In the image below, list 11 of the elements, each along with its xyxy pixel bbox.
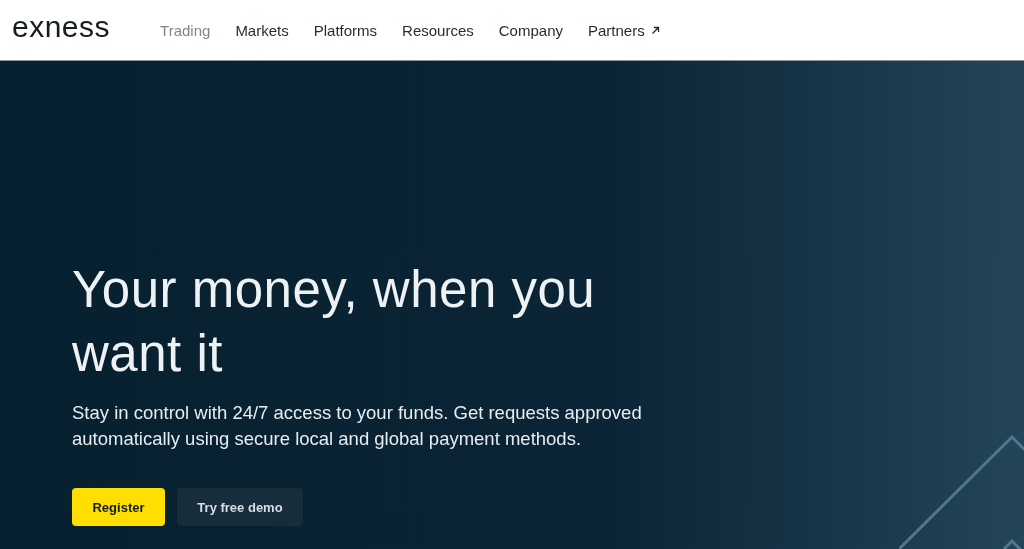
nav-link[interactable]: Platforms — [313, 21, 378, 39]
hero-title: Your money, when you want it — [72, 260, 597, 384]
nav-link[interactable]: Partners — [588, 21, 660, 39]
nav-link[interactable]: Trading — [160, 21, 211, 39]
nav-link[interactable]: Markets — [235, 21, 289, 39]
nav-link[interactable]: Company — [498, 21, 563, 39]
hero-subtitle: Stay in control with 24/7 access to your funds. Get requests approved automatically using secure local and global payment methods. — [72, 401, 643, 451]
nav-link[interactable]: Resources — [402, 21, 474, 39]
cta-button[interactable]: Try free demo — [177, 488, 303, 526]
logo[interactable]: exness — [12, 12, 111, 42]
cta-button[interactable]: Register — [72, 488, 165, 526]
